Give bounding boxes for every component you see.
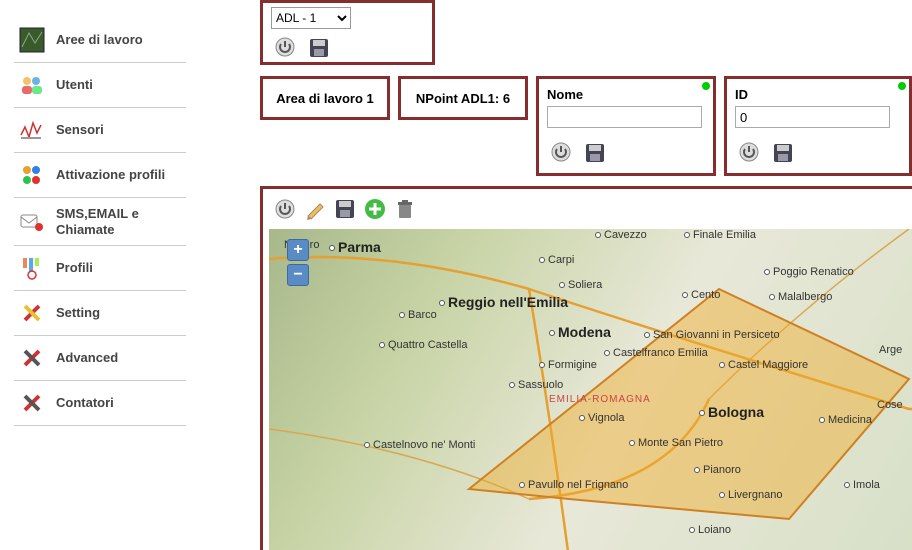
- status-dot: [702, 82, 710, 90]
- zoom-out-button[interactable]: −: [287, 264, 309, 286]
- map-city: San Giovanni in Persiceto: [644, 329, 780, 341]
- map-city: Imola: [844, 479, 880, 491]
- id-save-button[interactable]: [769, 139, 797, 167]
- sidebar-item-attivazione[interactable]: Attivazione profili: [14, 153, 186, 198]
- area-label: Area di lavoro 1: [276, 91, 374, 106]
- zoom-control: + −: [287, 239, 309, 289]
- map-city: Reggio nell'Emilia: [439, 294, 568, 310]
- map-city: Carpi: [539, 254, 574, 266]
- sidebar-item-label: Aree di lavoro: [56, 32, 143, 48]
- map-city: Formigine: [539, 359, 597, 371]
- zoom-in-button[interactable]: +: [287, 239, 309, 261]
- sidebar-item-profili[interactable]: Profili: [14, 246, 186, 291]
- adl-selector-panel: ADL - 1: [260, 0, 435, 65]
- map-city: Pianoro: [694, 464, 741, 476]
- id-label: ID: [735, 87, 901, 102]
- status-dot: [898, 82, 906, 90]
- sidebar-item-label: Utenti: [56, 77, 93, 93]
- sensors-icon: [18, 116, 46, 144]
- comms-icon: [18, 208, 46, 236]
- region-label: EMILIA-ROMAGNA: [549, 394, 651, 405]
- sidebar-item-sms[interactable]: SMS,EMAIL e Chiamate: [14, 198, 186, 246]
- nome-label: Nome: [547, 87, 705, 102]
- profiles-icon: [18, 254, 46, 282]
- map-city: Vignola: [579, 412, 625, 424]
- map-city: Medicina: [819, 414, 872, 426]
- map-toolbar: [271, 195, 419, 223]
- map-add-button[interactable]: [361, 195, 389, 223]
- nome-input[interactable]: [547, 106, 702, 128]
- sidebar-item-aree[interactable]: Aree di lavoro: [14, 18, 186, 63]
- map-city: Cavezzo: [595, 229, 647, 241]
- counters-icon: [18, 389, 46, 417]
- sidebar-item-sensori[interactable]: Sensori: [14, 108, 186, 153]
- map-area-icon: [18, 26, 46, 54]
- id-panel: ID: [724, 76, 912, 176]
- map-city: Castelfranco Emilia: [604, 347, 708, 359]
- map-save-button[interactable]: [331, 195, 359, 223]
- sidebar-item-label: Profili: [56, 260, 93, 276]
- map-city: Cose: [877, 399, 903, 411]
- sidebar-item-label: Sensori: [56, 122, 104, 138]
- map-city: Bologna: [699, 404, 764, 420]
- map-city: Quattro Castella: [379, 339, 467, 351]
- area-label-panel: Area di lavoro 1: [260, 76, 390, 120]
- map-city: Sassuolo: [509, 379, 563, 391]
- npoint-panel: NPoint ADL1: 6: [398, 76, 528, 120]
- map-power-button[interactable]: [271, 195, 299, 223]
- sidebar-item-label: SMS,EMAIL e Chiamate: [56, 206, 182, 237]
- sidebar-item-label: Contatori: [56, 395, 114, 411]
- advanced-icon: [18, 344, 46, 372]
- id-input[interactable]: [735, 106, 890, 128]
- settings-icon: [18, 299, 46, 327]
- sidebar-item-label: Advanced: [56, 350, 118, 366]
- sidebar-item-label: Setting: [56, 305, 100, 321]
- map-city: Modena: [549, 324, 611, 340]
- activation-icon: [18, 161, 46, 189]
- map-city: Cento: [682, 289, 720, 301]
- sidebar: Aree di lavoro Utenti Sensori Attivazion…: [14, 18, 186, 426]
- sidebar-item-contatori[interactable]: Contatori: [14, 381, 186, 426]
- main-panel: ADL - 1 Area di lavoro 1 NPoint ADL1: 6 …: [260, 0, 912, 550]
- users-icon: [18, 71, 46, 99]
- map-city: Arge: [879, 344, 902, 356]
- nome-panel: Nome: [536, 76, 716, 176]
- nome-save-button[interactable]: [581, 139, 609, 167]
- map-city: Loiano: [689, 524, 731, 536]
- sidebar-item-label: Attivazione profili: [56, 167, 165, 183]
- map-panel: + − EMILIA-ROMAGNA Parma Reggio nell'Emi…: [260, 186, 912, 550]
- sidebar-item-utenti[interactable]: Utenti: [14, 63, 186, 108]
- npoint-label: NPoint ADL1: 6: [416, 91, 510, 106]
- map-edit-button[interactable]: [301, 195, 329, 223]
- map-city: Barco: [399, 309, 437, 321]
- nome-power-button[interactable]: [547, 138, 575, 166]
- adl-select[interactable]: ADL - 1: [271, 7, 351, 29]
- sidebar-item-advanced[interactable]: Advanced: [14, 336, 186, 381]
- save-button[interactable]: [305, 34, 333, 62]
- map-city: Castel Maggiore: [719, 359, 808, 371]
- map-city: Finale Emilia: [684, 229, 756, 241]
- map-city: Soliera: [559, 279, 602, 291]
- map-city: Livergnano: [719, 489, 782, 501]
- map-city: Castelnovo ne' Monti: [364, 439, 475, 451]
- power-button[interactable]: [271, 33, 299, 61]
- map-city: Pavullo nel Frignano: [519, 479, 628, 491]
- map-city: Poggio Renatico: [764, 266, 854, 278]
- map-city: Parma: [329, 239, 381, 255]
- sidebar-item-setting[interactable]: Setting: [14, 291, 186, 336]
- map[interactable]: + − EMILIA-ROMAGNA Parma Reggio nell'Emi…: [269, 229, 912, 550]
- id-power-button[interactable]: [735, 138, 763, 166]
- map-city: Malalbergo: [769, 291, 832, 303]
- map-city: Monte San Pietro: [629, 437, 723, 449]
- map-delete-button[interactable]: [391, 195, 419, 223]
